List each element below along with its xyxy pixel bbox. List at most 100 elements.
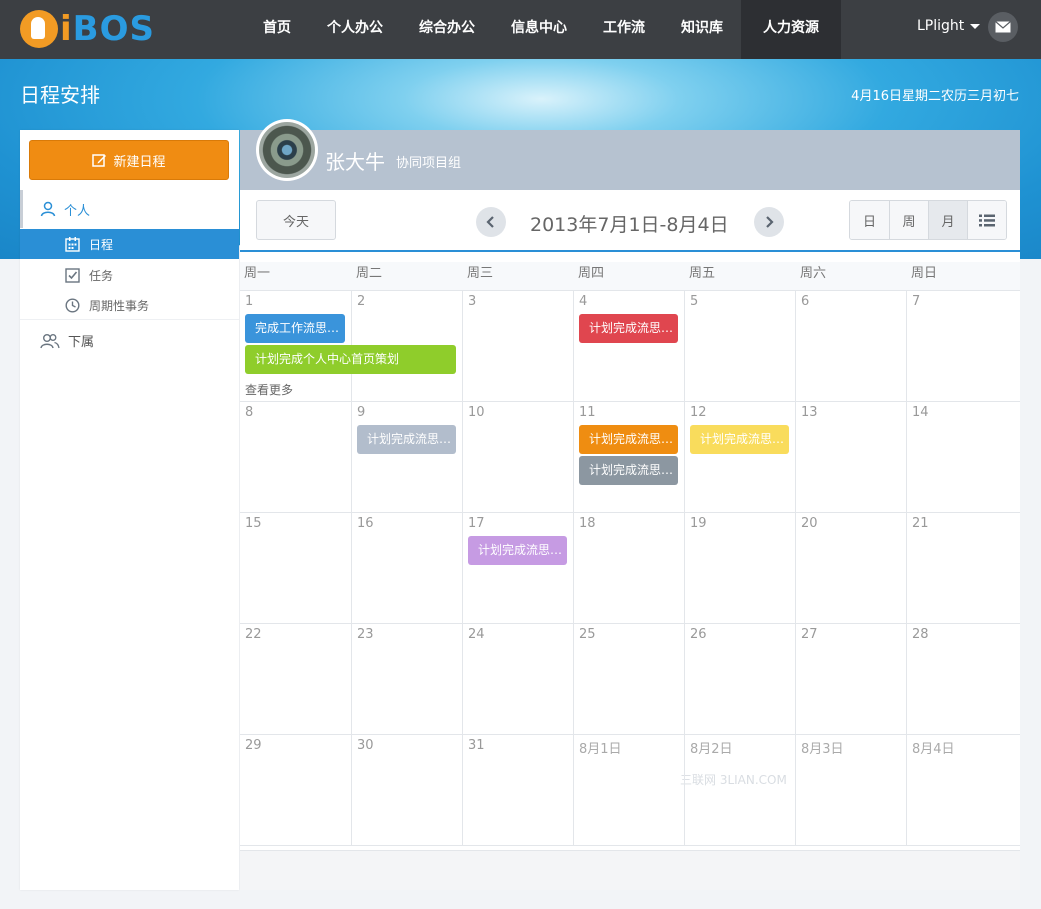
day-cell[interactable]: 28 <box>907 624 1020 735</box>
sidebar-section-subordinates-label: 下属 <box>68 335 95 350</box>
calendar-toolbar: 今天 2013年7月1日-8月4日 日 周 月 <box>240 190 1020 252</box>
brand-logo[interactable]: iBOS <box>20 8 155 50</box>
sidebar-item-tasks[interactable]: 任务 <box>20 260 239 290</box>
day-cell[interactable]: 17 <box>463 513 574 624</box>
day-cell[interactable]: 26 <box>685 624 796 735</box>
day-number: 16 <box>357 516 374 531</box>
day-cell[interactable]: 8 <box>240 402 352 513</box>
day-cell[interactable]: 25 <box>574 624 685 735</box>
calendar-event[interactable]: 计划完成个人中心首页策划 <box>245 345 456 374</box>
nav-item[interactable]: 工作流 <box>585 0 663 59</box>
day-cell[interactable]: 20 <box>796 513 907 624</box>
logo-text: iBOS <box>60 9 155 49</box>
day-number: 3 <box>468 294 477 309</box>
day-cell[interactable]: 9 <box>352 402 463 513</box>
next-button[interactable] <box>754 207 784 237</box>
view-day-button[interactable]: 日 <box>850 201 889 239</box>
prev-button[interactable] <box>476 207 506 237</box>
calendar-event[interactable]: 计划完成流思… <box>690 425 789 454</box>
clock-icon <box>65 297 80 313</box>
page-title: 日程安排 <box>20 83 100 107</box>
sidebar-item-periodic[interactable]: 周期性事务 <box>20 290 239 320</box>
weekday-label: 周六 <box>800 266 827 281</box>
avatar-image <box>259 122 315 178</box>
day-number: 8月1日 <box>579 742 622 757</box>
day-cell[interactable]: 7 <box>907 291 1020 402</box>
day-cell[interactable]: 10 <box>463 402 574 513</box>
list-icon <box>979 214 995 226</box>
day-cell[interactable]: 30 <box>352 735 463 846</box>
avatar[interactable] <box>256 119 318 181</box>
day-cell[interactable]: 5 <box>685 291 796 402</box>
calendar-event[interactable]: 计划完成流思… <box>357 425 456 454</box>
day-number: 10 <box>468 405 485 420</box>
calendar-icon <box>65 236 80 252</box>
day-number: 18 <box>579 516 596 531</box>
day-cell[interactable]: 4 <box>574 291 685 402</box>
new-schedule-button[interactable]: 新建日程 <box>29 140 229 180</box>
mail-icon <box>995 21 1011 33</box>
day-cell[interactable]: 22 <box>240 624 352 735</box>
nav-item[interactable]: 首页 <box>245 0 309 59</box>
mail-button[interactable] <box>988 12 1018 42</box>
calendar-event[interactable]: 计划完成流思… <box>579 314 678 343</box>
day-number: 21 <box>912 516 929 531</box>
sidebar: 新建日程 个人 日程 任务 周期性事务 下属 <box>20 130 239 890</box>
day-cell[interactable]: 16 <box>352 513 463 624</box>
view-list-button[interactable] <box>967 201 1006 239</box>
today-button[interactable]: 今天 <box>256 200 336 240</box>
see-more-link[interactable]: 查看更多 <box>245 381 293 398</box>
sidebar-section-subordinates[interactable]: 下属 <box>20 319 239 361</box>
month-grid: 三联网 3LIAN.COM 1 查看更多 2 3 4 5 6 7 8 9 10 11 12 13 14 15 1… <box>240 291 1020 846</box>
day-number: 17 <box>468 516 485 531</box>
day-number: 24 <box>468 627 485 642</box>
day-cell[interactable]: 3 <box>463 291 574 402</box>
sidebar-section-personal-label: 个人 <box>64 203 91 219</box>
user-menu[interactable]: LPlight <box>917 18 981 34</box>
day-cell[interactable]: 6 <box>796 291 907 402</box>
nav-item[interactable]: 个人办公 <box>309 0 401 59</box>
calendar-footer <box>240 850 1020 890</box>
nav-item[interactable]: 知识库 <box>663 0 741 59</box>
day-cell[interactable]: 19 <box>685 513 796 624</box>
calendar-event[interactable]: 计划完成流思… <box>579 425 678 454</box>
day-number: 8月4日 <box>912 742 955 757</box>
weekday-header: 周一 周二 周三 周四 周五 周六 周日 <box>240 262 1020 291</box>
day-cell[interactable]: 8月3日 <box>796 735 907 846</box>
day-number: 19 <box>690 516 707 531</box>
calendar-event[interactable]: 完成工作流思… <box>245 314 345 343</box>
day-number: 8月2日 <box>690 742 733 757</box>
nav-item[interactable]: 综合办公 <box>401 0 493 59</box>
user-name: LPlight <box>917 18 965 34</box>
day-cell[interactable]: 15 <box>240 513 352 624</box>
view-month-button[interactable]: 月 <box>928 201 967 239</box>
sidebar-item-schedule[interactable]: 日程 <box>20 229 239 259</box>
nav-item[interactable]: 信息中心 <box>493 0 585 59</box>
day-number: 27 <box>801 627 818 642</box>
day-cell[interactable]: 8月2日 <box>685 735 796 846</box>
caret-down-icon <box>970 23 981 29</box>
day-cell[interactable]: 12 <box>685 402 796 513</box>
day-cell[interactable]: 8月1日 <box>574 735 685 846</box>
day-number: 12 <box>690 405 707 420</box>
weekday-label: 周二 <box>356 266 383 281</box>
day-number: 11 <box>579 405 596 420</box>
day-number: 20 <box>801 516 818 531</box>
day-cell[interactable]: 29 <box>240 735 352 846</box>
calendar-event[interactable]: 计划完成流思… <box>579 456 678 485</box>
day-cell[interactable]: 31 <box>463 735 574 846</box>
day-cell[interactable]: 27 <box>796 624 907 735</box>
day-cell[interactable]: 21 <box>907 513 1020 624</box>
view-week-button[interactable]: 周 <box>889 201 928 239</box>
day-cell[interactable]: 13 <box>796 402 907 513</box>
nav-item[interactable]: 人力资源 <box>741 0 841 59</box>
day-number: 8月3日 <box>801 742 844 757</box>
sidebar-section-personal[interactable]: 个人 <box>20 190 239 228</box>
day-cell[interactable]: 24 <box>463 624 574 735</box>
day-cell[interactable]: 18 <box>574 513 685 624</box>
day-cell[interactable]: 8月4日 <box>907 735 1020 846</box>
day-number: 31 <box>468 738 485 753</box>
calendar-event[interactable]: 计划完成流思… <box>468 536 567 565</box>
day-cell[interactable]: 23 <box>352 624 463 735</box>
day-cell[interactable]: 14 <box>907 402 1020 513</box>
